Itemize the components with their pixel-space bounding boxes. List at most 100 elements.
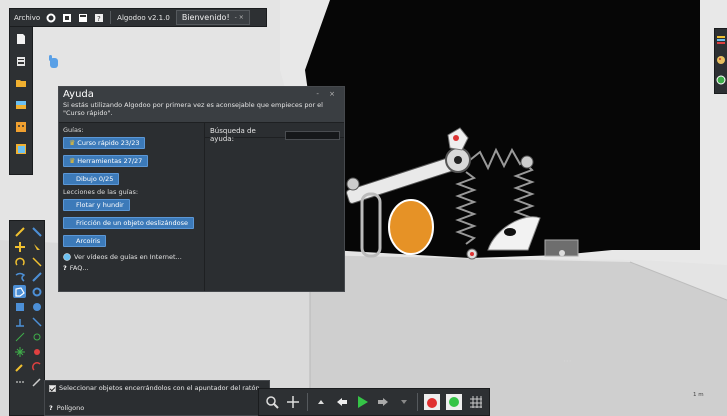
- video-link[interactable]: Ver vídeos de guías en Internet...: [63, 253, 200, 261]
- gear-icon[interactable]: [46, 13, 56, 23]
- undo-icon[interactable]: [334, 394, 349, 410]
- tab-controls[interactable]: - ×: [235, 14, 244, 21]
- video-link-label: Ver vídeos de guías en Internet...: [74, 253, 182, 261]
- pan-icon[interactable]: [286, 394, 301, 410]
- circle-tool-icon[interactable]: [30, 300, 43, 313]
- chain-tool-icon[interactable]: [13, 375, 26, 388]
- ball-icon[interactable]: [424, 394, 441, 410]
- question-icon: ?: [63, 264, 67, 272]
- stack-icon[interactable]: [715, 33, 727, 46]
- gear-tool-icon[interactable]: [30, 285, 43, 298]
- help-guides-column: Guías: ♛ Curso rápido 23/23 ♛ Herramient…: [59, 123, 205, 291]
- new-file-icon[interactable]: [15, 32, 28, 45]
- guide-progress: 0/25: [98, 175, 114, 183]
- archivo-menu[interactable]: Archivo: [14, 14, 40, 22]
- tab-label: Bienvenido!: [181, 13, 230, 22]
- grid-down-icon[interactable]: [397, 394, 412, 410]
- help-search-label: Búsqueda de ayuda:: [210, 127, 256, 143]
- box-tool-icon[interactable]: [13, 300, 26, 313]
- lesson-flotar-button[interactable]: Flotar y hundir: [63, 199, 130, 211]
- options-toolbar: [714, 28, 727, 94]
- laser-tool-icon[interactable]: [30, 360, 43, 373]
- question-icon: ?: [49, 404, 53, 412]
- open-folder-icon[interactable]: [15, 76, 28, 89]
- guide-progress: 23/23: [120, 139, 140, 147]
- guide-dibujo-button[interactable]: Dibujo 0/25: [63, 173, 120, 185]
- tracer-tool-icon[interactable]: [30, 345, 43, 358]
- help-search-row: Búsqueda de ayuda:: [210, 127, 340, 143]
- black-plane: [305, 0, 700, 258]
- tab-bienvenido[interactable]: Bienvenido! - ×: [175, 10, 250, 25]
- plane-tool-icon[interactable]: [13, 315, 26, 328]
- current-tool-label: Polígono: [56, 404, 85, 412]
- menu-separator: [110, 11, 112, 24]
- guide-label: Curso rápido: [77, 139, 119, 147]
- checkbox-checked-icon: [49, 384, 56, 392]
- guide-progress: 27/27: [123, 157, 143, 165]
- lesson-arcoiris-button[interactable]: Arcoíris: [63, 235, 107, 247]
- help-title: Ayuda: [63, 89, 94, 100]
- zoom-icon[interactable]: [265, 394, 280, 410]
- help-body: Guías: ♛ Curso rápido 23/23 ♛ Herramient…: [59, 123, 344, 291]
- drag-tool-icon[interactable]: [30, 240, 43, 253]
- face-icon[interactable]: [15, 120, 28, 133]
- cards-icon[interactable]: [15, 98, 28, 111]
- clipboard-icon[interactable]: [15, 54, 28, 67]
- guide-label: Dibujo: [76, 175, 97, 183]
- grid-up-icon[interactable]: [313, 394, 328, 410]
- save-icon[interactable]: [78, 13, 88, 23]
- sketch-tool-icon[interactable]: [13, 225, 26, 238]
- grid-icon[interactable]: [468, 394, 483, 410]
- fixate-tool-icon[interactable]: [13, 345, 26, 358]
- rope-tool-icon[interactable]: [13, 270, 26, 283]
- file-toolbar: [9, 26, 33, 175]
- help-panel: Ayuda - × Si estás utilizando Algodoo po…: [58, 86, 345, 292]
- svg-text:?: ?: [97, 15, 101, 23]
- faq-link[interactable]: ? FAQ...: [63, 264, 200, 272]
- guides-heading: Guías:: [63, 126, 84, 134]
- checkbox-label: Seleccionar objetos encerrándolos con el…: [59, 384, 260, 392]
- gear-sim-icon[interactable]: [446, 394, 463, 410]
- tools-toolbar: [9, 220, 45, 416]
- separator: [417, 393, 419, 411]
- play-icon[interactable]: [355, 394, 370, 410]
- trophy-icon: ♛: [69, 157, 76, 165]
- globe-icon: [63, 253, 71, 261]
- help-search-column: Búsqueda de ayuda:: [206, 123, 344, 291]
- help-window-controls[interactable]: - ×: [316, 90, 339, 98]
- faq-link-label: FAQ...: [69, 264, 89, 272]
- palette-icon[interactable]: [715, 53, 727, 66]
- new-scene-icon[interactable]: [62, 13, 72, 23]
- lesson-friccion-button[interactable]: Fricción de un objeto deslizándose: [63, 217, 194, 229]
- guide-herramientas-button[interactable]: ♛ Herramientas 27/27: [63, 155, 149, 167]
- world-icon[interactable]: [715, 73, 727, 86]
- guide-curso-rapido-button[interactable]: ♛ Curso rápido 23/23: [63, 137, 146, 149]
- notes-icon[interactable]: [15, 142, 28, 155]
- select-by-lasso-checkbox[interactable]: Seleccionar objetos encerrándolos con el…: [49, 384, 260, 392]
- app-version: Algodoo v2.1.0: [117, 13, 170, 22]
- knife-tool-icon[interactable]: [30, 270, 43, 283]
- trophy-icon: ♛: [69, 139, 76, 147]
- spring-tool-icon[interactable]: [30, 315, 43, 328]
- help-search-input[interactable]: [284, 130, 340, 140]
- lessons-heading: Lecciones de las guías:: [63, 188, 139, 196]
- thruster-tool-icon[interactable]: [13, 360, 26, 373]
- move-tool-icon[interactable]: [13, 240, 26, 253]
- help-icon[interactable]: ?: [94, 13, 104, 23]
- simulation-controls: [258, 388, 490, 416]
- guide-label: Herramientas: [77, 157, 122, 165]
- scale-tool-icon[interactable]: [30, 255, 43, 268]
- status-panel: Seleccionar objetos encerrándolos con el…: [44, 380, 270, 416]
- polygon-tool-icon[interactable]: [13, 285, 26, 298]
- pencil-icon[interactable]: [30, 225, 43, 238]
- brush-tool-icon[interactable]: [30, 375, 43, 388]
- help-intro-text: Si estás utilizando Algodoo por primera …: [63, 101, 323, 117]
- separator: [306, 393, 308, 411]
- menu-bar: Archivo ? Algodoo v2.1.0 Bienvenido! - ×: [9, 8, 267, 27]
- axle-tool-icon[interactable]: [30, 330, 43, 343]
- help-header: Ayuda - × Si estás utilizando Algodoo po…: [59, 87, 344, 123]
- rotate-tool-icon[interactable]: [13, 255, 26, 268]
- hinge-tool-icon[interactable]: [13, 330, 26, 343]
- scale-indicator: 1 m: [693, 392, 704, 398]
- redo-icon[interactable]: [376, 394, 391, 410]
